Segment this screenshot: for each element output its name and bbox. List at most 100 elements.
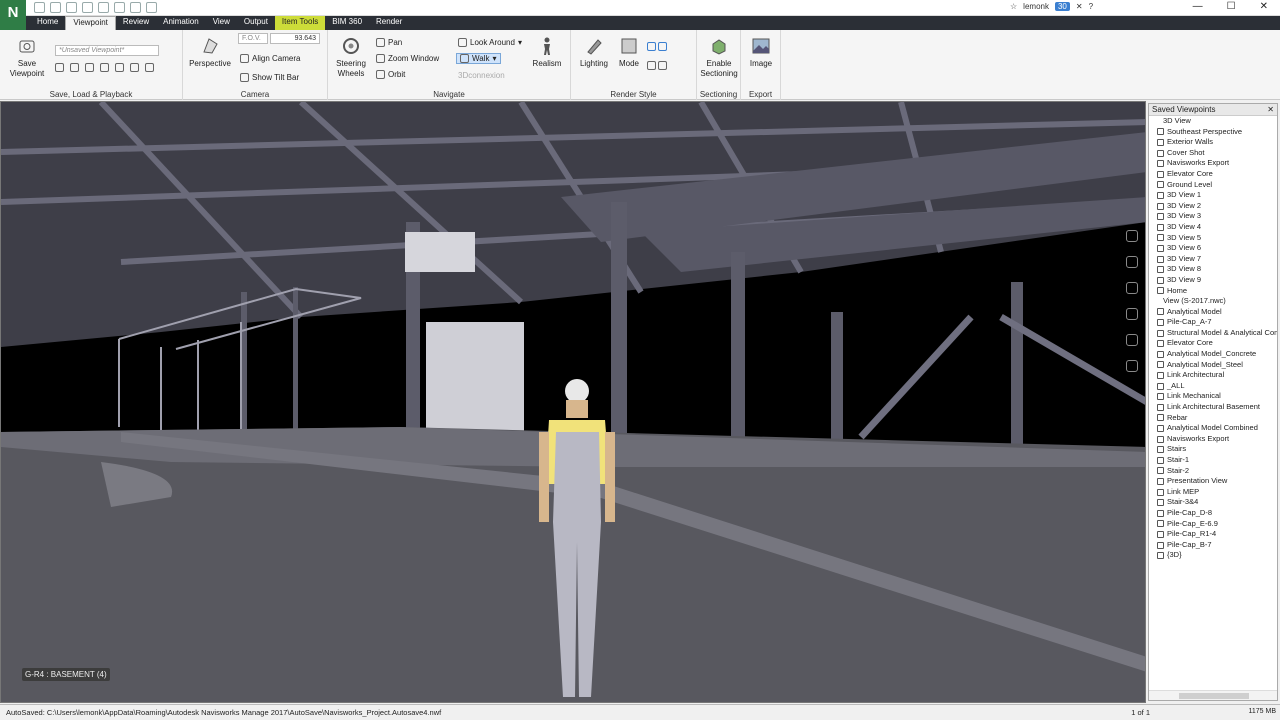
tab-viewpoint[interactable]: Viewpoint [65, 16, 116, 30]
image-button[interactable]: Image [744, 36, 778, 69]
tab-item-tools[interactable]: Item Tools [274, 16, 326, 30]
scrollbar-thumb[interactable] [1179, 693, 1249, 699]
pan-button[interactable]: Pan [376, 38, 402, 47]
list-item[interactable]: View (S-2017.nwc) [1153, 296, 1277, 307]
user-name[interactable]: lemonk [1023, 2, 1049, 11]
close-icon[interactable]: ✕ [1260, 1, 1268, 12]
zoom-window-button[interactable]: Zoom Window [376, 54, 439, 63]
surfaces-icon[interactable] [647, 42, 656, 51]
save-viewpoint-button[interactable]: Save Viewpoint [6, 36, 48, 79]
list-item[interactable]: Exterior Walls [1153, 137, 1277, 148]
print-icon[interactable] [82, 2, 93, 13]
notification-badge[interactable]: 30 [1054, 2, 1070, 11]
list-item[interactable]: Southeast Perspective [1153, 127, 1277, 138]
list-item[interactable]: Elevator Core [1153, 169, 1277, 180]
list-item[interactable]: 3D View 8 [1153, 264, 1277, 275]
last-frame-icon[interactable] [145, 63, 154, 72]
redo-icon[interactable] [114, 2, 125, 13]
list-item[interactable]: {3D} [1153, 550, 1277, 561]
tab-view[interactable]: View [206, 16, 237, 30]
tab-home[interactable]: Home [30, 16, 65, 30]
list-item[interactable]: Pile-Cap_A-7 [1153, 317, 1277, 328]
orbit-button[interactable]: Orbit [376, 70, 405, 79]
list-item[interactable]: 3D View [1153, 116, 1277, 127]
list-item[interactable]: Analytical Model_Steel [1153, 360, 1277, 371]
list-item[interactable]: Rebar [1153, 413, 1277, 424]
enable-sectioning-button[interactable]: Enable Sectioning [698, 36, 740, 79]
refresh-icon[interactable] [130, 2, 141, 13]
list-item[interactable]: Stair-3&4 [1153, 497, 1277, 508]
list-item[interactable]: Ground Level [1153, 180, 1277, 191]
list-item[interactable]: Cover Shot [1153, 148, 1277, 159]
points-icon[interactable] [647, 61, 656, 70]
list-item[interactable]: Link Mechanical [1153, 391, 1277, 402]
help-icon[interactable]: ? [1089, 2, 1093, 11]
exchange-icon[interactable]: ✕ [1076, 2, 1083, 11]
tab-output[interactable]: Output [237, 16, 275, 30]
tab-render[interactable]: Render [369, 16, 409, 30]
list-item[interactable]: Stair-2 [1153, 466, 1277, 477]
tab-bim360[interactable]: BIM 360 [325, 16, 369, 30]
list-item[interactable]: 3D View 1 [1153, 190, 1277, 201]
3dconnexion-button[interactable]: 3Dconnexion [458, 71, 505, 80]
list-item[interactable]: Navisworks Export [1153, 434, 1277, 445]
list-item[interactable]: 3D View 7 [1153, 254, 1277, 265]
list-item[interactable]: Analytical Model Combined [1153, 423, 1277, 434]
orbit-icon[interactable] [1126, 308, 1138, 320]
tab-review[interactable]: Review [116, 16, 156, 30]
list-item[interactable]: Navisworks Export [1153, 158, 1277, 169]
new-icon[interactable] [34, 2, 45, 13]
look-around-button[interactable]: Look Around ▾ [458, 38, 522, 47]
rewind-icon[interactable] [85, 63, 94, 72]
list-item[interactable]: Link MEP [1153, 487, 1277, 498]
horizontal-scrollbar[interactable] [1149, 690, 1277, 700]
list-item[interactable]: Structural Model & Analytical Combi [1153, 328, 1277, 339]
mode-button[interactable]: Mode [615, 36, 643, 69]
list-item[interactable]: 3D View 6 [1153, 243, 1277, 254]
list-item[interactable]: _ALL [1153, 381, 1277, 392]
maximize-icon[interactable]: ☐ [1227, 1, 1236, 12]
list-item[interactable]: Pile-Cap_E-6.9 [1153, 519, 1277, 530]
text-icon[interactable] [658, 61, 667, 70]
close-icon[interactable]: ✕ [1267, 105, 1274, 114]
prev-icon[interactable] [70, 63, 79, 72]
minimize-icon[interactable]: — [1193, 1, 1203, 12]
walk-button[interactable]: Walk ▾ [456, 53, 501, 64]
select-icon[interactable] [1126, 360, 1138, 372]
lines-icon[interactable] [658, 42, 667, 51]
list-item[interactable]: Stairs [1153, 444, 1277, 455]
select-icon[interactable] [146, 2, 157, 13]
list-item[interactable]: Pile-Cap_D-8 [1153, 508, 1277, 519]
first-frame-icon[interactable] [55, 63, 64, 72]
perspective-button[interactable]: Perspective [188, 36, 232, 69]
list-item[interactable]: 3D View 2 [1153, 201, 1277, 212]
list-item[interactable]: Home [1153, 286, 1277, 297]
list-item[interactable]: Analytical Model [1153, 307, 1277, 318]
viewpoint-combo[interactable]: *Unsaved Viewpoint* [55, 45, 159, 56]
list-item[interactable]: 3D View 9 [1153, 275, 1277, 286]
pan-icon[interactable] [1126, 256, 1138, 268]
list-item[interactable]: 3D View 3 [1153, 211, 1277, 222]
pause-icon[interactable] [100, 63, 109, 72]
list-item[interactable]: Elevator Core [1153, 338, 1277, 349]
tab-animation[interactable]: Animation [156, 16, 206, 30]
realism-button[interactable]: Realism [530, 36, 564, 69]
list-item[interactable]: 3D View 5 [1153, 233, 1277, 244]
list-item[interactable]: Stair-1 [1153, 455, 1277, 466]
list-item[interactable]: Presentation View [1153, 476, 1277, 487]
steering-wheels-button[interactable]: Steering Wheels [334, 36, 368, 79]
open-icon[interactable] [50, 2, 61, 13]
play-icon[interactable] [130, 63, 139, 72]
list-item[interactable]: Pile-Cap_B-7 [1153, 540, 1277, 551]
lighting-button[interactable]: Lighting [576, 36, 612, 69]
list-item[interactable]: Link Architectural Basement [1153, 402, 1277, 413]
3d-viewport[interactable] [0, 101, 1146, 703]
zoom-icon[interactable] [1126, 282, 1138, 294]
save-icon[interactable] [66, 2, 77, 13]
look-icon[interactable] [1126, 334, 1138, 346]
undo-icon[interactable] [98, 2, 109, 13]
align-camera-button[interactable]: Align Camera [240, 54, 300, 63]
fov-field[interactable]: 93.643 [270, 33, 320, 44]
app-logo[interactable]: N [0, 0, 26, 30]
list-item[interactable]: Link Architectural [1153, 370, 1277, 381]
